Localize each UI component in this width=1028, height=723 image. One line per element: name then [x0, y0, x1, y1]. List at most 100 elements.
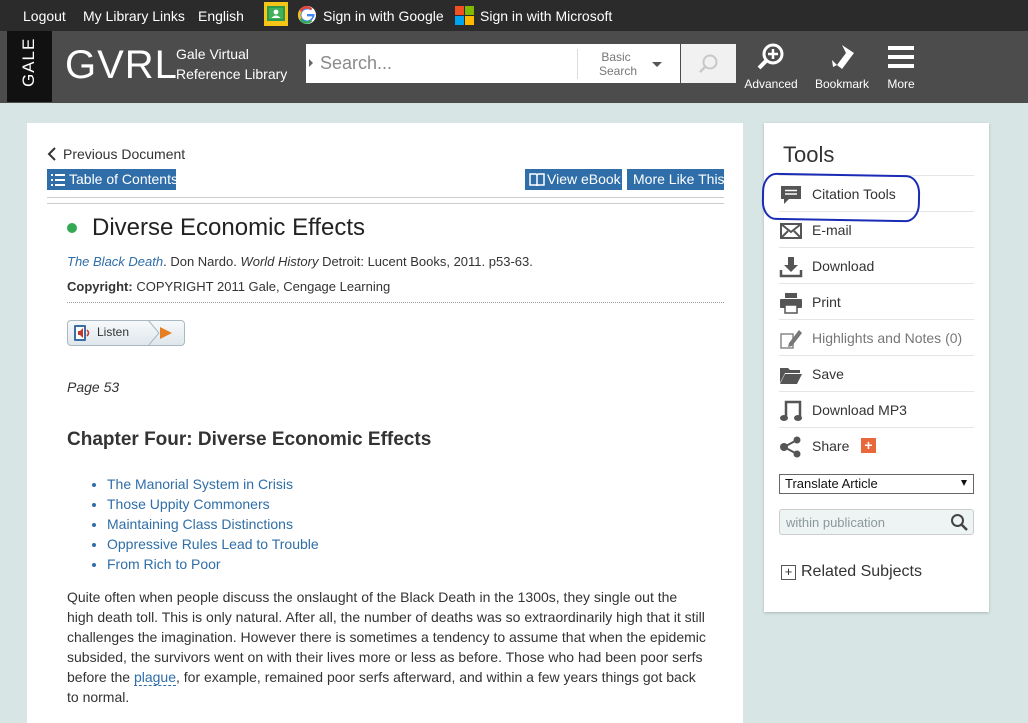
more-menu-button[interactable]: More	[884, 42, 918, 92]
search-mode-line1: Basic	[601, 50, 631, 64]
print-label: Print	[812, 294, 841, 310]
logout-link[interactable]: Logout	[23, 8, 66, 24]
download-mp3-item[interactable]: Download MP3	[779, 391, 974, 427]
logo-subtitle: Gale Virtual Reference Library	[176, 44, 287, 84]
microsoft-icon[interactable]	[455, 6, 474, 25]
listen-label: Listen	[97, 325, 130, 339]
google-signin-link[interactable]: Sign in with Google	[323, 8, 444, 24]
chevron-left-icon	[47, 147, 56, 161]
status-dot	[67, 223, 77, 233]
table-of-contents-label: Table of Contents	[69, 171, 178, 187]
divider	[47, 203, 724, 204]
printer-icon	[780, 293, 802, 314]
translate-label: Translate Article	[785, 476, 878, 491]
separator-chevron	[147, 320, 160, 346]
bookmark-icon	[832, 45, 854, 69]
chevron-down-icon	[652, 62, 662, 67]
google-classroom-icon[interactable]	[264, 2, 288, 26]
gale-tab[interactable]: GALE	[7, 31, 52, 102]
search-icon[interactable]	[950, 513, 968, 531]
page-number: Page 53	[67, 379, 120, 395]
within-publication-placeholder: within publication	[786, 515, 886, 530]
toc-item-oppressive-rules[interactable]: Oppressive Rules Lead to Trouble	[107, 534, 319, 554]
citation-rest: Detroit: Lucent Books, 2011. p53-63.	[318, 254, 533, 269]
annotation-circle	[761, 172, 921, 223]
view-ebook-button[interactable]: View eBook	[525, 169, 622, 190]
envelope-icon	[780, 223, 802, 239]
language-selector[interactable]: English	[198, 8, 244, 24]
divider	[47, 197, 724, 198]
save-item[interactable]: Save	[779, 355, 974, 391]
source-title-link[interactable]: The Black Death	[67, 254, 163, 269]
toc-item-manorial-system[interactable]: The Manorial System in Crisis	[107, 474, 319, 494]
my-library-links[interactable]: My Library Links	[83, 8, 185, 24]
search-mode-line2: Search	[599, 64, 638, 78]
citation-author: . Don Nardo.	[163, 254, 241, 269]
print-item[interactable]: Print	[779, 283, 974, 319]
copyright-text: COPYRIGHT 2011 Gale, Cengage Learning	[132, 279, 391, 294]
music-note-icon	[780, 400, 802, 421]
email-label: E-mail	[812, 222, 852, 238]
body-paragraph: Quite often when people discuss the onsl…	[67, 587, 707, 707]
list-icon	[51, 174, 65, 186]
search-input[interactable]	[320, 50, 570, 76]
bookmark-label: Bookmark	[814, 77, 870, 91]
gale-tab-label: GALE	[19, 37, 38, 87]
logo-subtitle-line1: Gale Virtual	[176, 46, 249, 62]
dropdown-arrow-icon	[961, 480, 967, 486]
download-mp3-label: Download MP3	[812, 402, 907, 418]
search-box: Basic Search	[306, 44, 680, 83]
share-label: Share	[812, 438, 850, 454]
chapter-toc: The Manorial System in Crisis Those Uppi…	[89, 474, 319, 574]
table-of-contents-button[interactable]: Table of Contents	[47, 169, 178, 190]
play-icon[interactable]	[160, 327, 172, 339]
advanced-search-button[interactable]: Advanced	[744, 42, 798, 92]
more-like-this-button[interactable]: More Like This	[627, 169, 725, 190]
translate-article-select[interactable]: Translate Article	[779, 474, 974, 494]
search-mode-select[interactable]: Basic Search	[577, 49, 678, 79]
pencil-icon	[780, 330, 802, 349]
toc-item-class-distinctions[interactable]: Maintaining Class Distinctions	[107, 514, 319, 534]
advanced-label: Advanced	[744, 77, 798, 91]
speaker-icon	[74, 325, 90, 341]
citation-line: The Black Death. Don Nardo. World Histor…	[67, 254, 533, 269]
download-label: Download	[812, 258, 875, 274]
copyright-line: Copyright: COPYRIGHT 2011 Gale, Cengage …	[67, 279, 390, 294]
bookmark-button[interactable]: Bookmark	[814, 42, 870, 92]
logo-subtitle-line2: Reference Library	[176, 66, 288, 82]
microsoft-signin-link[interactable]: Sign in with Microsoft	[480, 8, 612, 24]
book-icon	[529, 173, 545, 186]
toc-item-uppity-commoners[interactable]: Those Uppity Commoners	[107, 494, 319, 514]
dotted-divider	[67, 302, 724, 303]
gvrl-logo[interactable]: GVRL	[65, 43, 178, 88]
top-bar: Logout My Library Links English Sign in …	[0, 0, 1028, 31]
related-subjects-label: Related Subjects	[801, 563, 922, 580]
search-button[interactable]	[681, 44, 736, 83]
google-icon[interactable]	[297, 5, 317, 25]
folder-icon	[780, 368, 802, 384]
citation-series: World History	[240, 254, 319, 269]
download-item[interactable]: Download	[779, 247, 974, 283]
search-caret-icon	[309, 59, 313, 67]
document-title: Diverse Economic Effects	[92, 214, 365, 241]
highlights-notes-item[interactable]: Highlights and Notes (0)	[779, 319, 974, 355]
download-icon	[779, 257, 803, 278]
within-publication-search[interactable]: within publication	[779, 509, 974, 535]
share-item[interactable]: Share +	[779, 427, 974, 463]
previous-document-label: Previous Document	[63, 146, 186, 162]
advanced-search-icon	[757, 43, 784, 70]
toc-item-rich-to-poor[interactable]: From Rich to Poor	[107, 554, 319, 574]
hamburger-menu-icon	[888, 46, 914, 68]
save-label: Save	[812, 366, 844, 382]
plague-link[interactable]: plague	[133, 669, 176, 686]
chapter-heading: Chapter Four: Diverse Economic Effects	[67, 429, 432, 450]
share-icon	[780, 436, 801, 458]
tools-title: Tools	[783, 142, 835, 167]
more-like-this-label: More Like This	[633, 171, 725, 187]
plus-icon[interactable]: +	[861, 438, 876, 453]
copyright-label: Copyright:	[67, 279, 133, 294]
view-ebook-label: View eBook	[547, 171, 621, 187]
highlights-notes-label: Highlights and Notes (0)	[812, 330, 963, 346]
search-icon	[699, 54, 718, 73]
listen-button[interactable]: Listen	[67, 320, 185, 346]
